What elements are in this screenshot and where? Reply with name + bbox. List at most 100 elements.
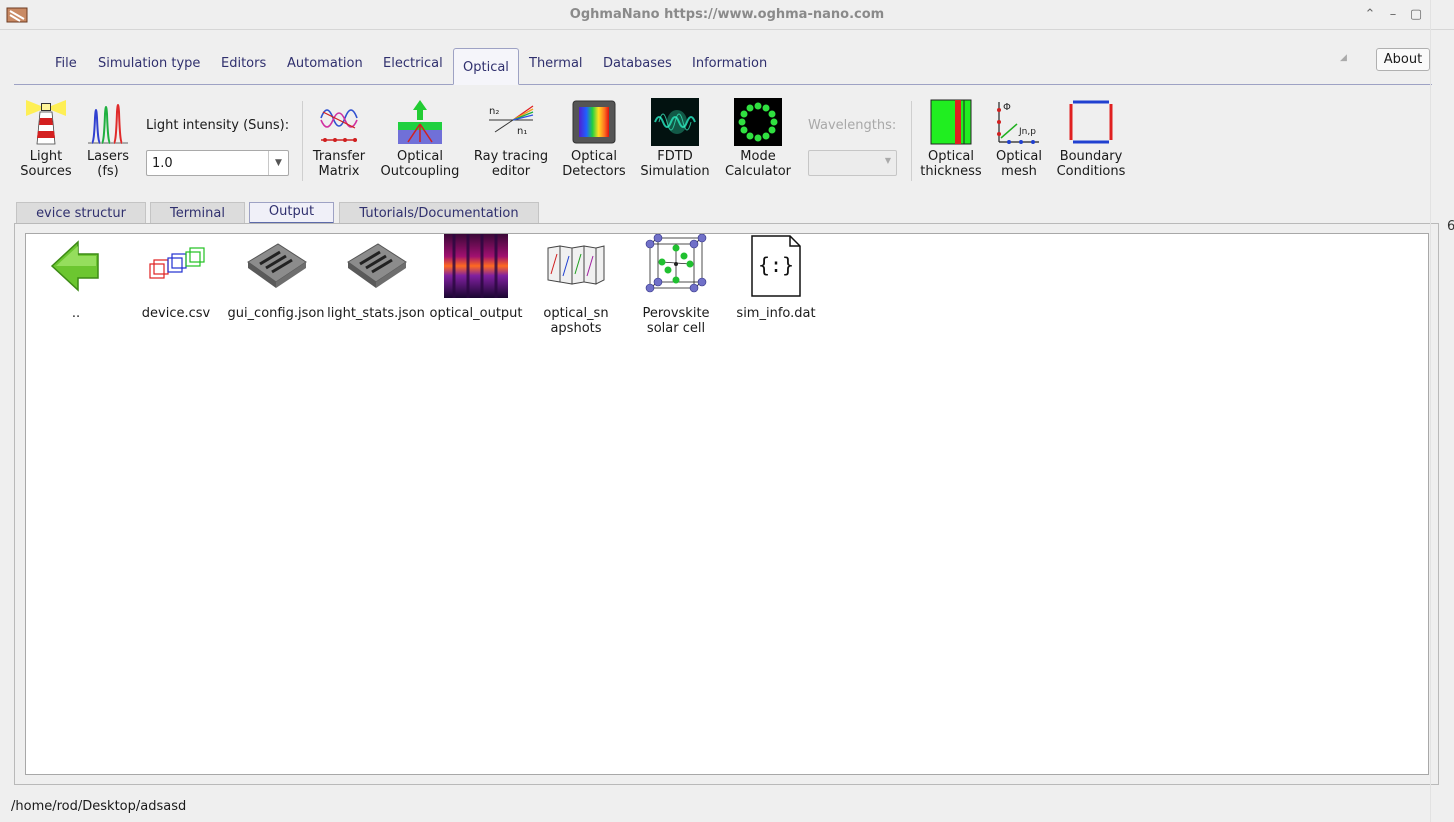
optical-toolbar: Light Sources Lasers (fs) Light intensit…	[0, 86, 1454, 196]
mesh-plot-icon: Φ Jn,p	[997, 102, 1039, 144]
fdtd-simulation-button[interactable]: FDTD Simulation	[638, 98, 712, 179]
optical-outcoupling-button[interactable]: Optical Outcoupling	[378, 98, 462, 179]
optical-thickness-label-1: Optical	[928, 149, 974, 164]
main-menu-bar: File Simulation type Editors Automation …	[14, 48, 1432, 85]
toolbar-separator	[302, 101, 303, 181]
status-bar: /home/rod/Desktop/adsasd	[0, 795, 1454, 822]
menu-optical[interactable]: Optical	[453, 48, 519, 85]
wavelengths-label: Wavelengths:	[808, 118, 897, 133]
tab-terminal[interactable]: Terminal	[150, 202, 245, 224]
light-sources-label-2: Sources	[20, 164, 72, 179]
lasers-label-1: Lasers	[86, 149, 130, 164]
laser-spectrum-icon	[88, 104, 128, 144]
light-intensity-combo[interactable]: 1.0 ▼	[146, 150, 289, 176]
optical-image-icon	[444, 234, 508, 298]
optical-mesh-button[interactable]: Φ Jn,p Optical mesh	[992, 98, 1046, 179]
menu-simulation-type[interactable]: Simulation type	[98, 56, 200, 71]
snapshots-icon	[547, 245, 605, 285]
about-button[interactable]: About	[1376, 48, 1430, 71]
transfer-matrix-button[interactable]: Transfer Matrix	[309, 98, 369, 179]
lasers-button[interactable]: Lasers (fs)	[80, 98, 136, 179]
toolbar-separator	[911, 101, 912, 181]
file-name: light_stats.json	[327, 306, 425, 321]
light-sources-button[interactable]: Light Sources	[16, 98, 76, 179]
lasers-label-2: (fs)	[97, 164, 119, 179]
boundary-box-icon	[1069, 100, 1113, 144]
optical-detectors-label-2: Detectors	[562, 164, 626, 179]
optical-detectors-button[interactable]: Optical Detectors	[560, 98, 628, 179]
transfer-matrix-icon	[320, 109, 358, 142]
optical-mesh-label-2: mesh	[1001, 164, 1037, 179]
window-edge-divider	[1430, 0, 1431, 822]
device-grid-icon	[247, 243, 307, 288]
fdtd-wave-icon	[651, 98, 699, 146]
refraction-icon: n₂ n₁	[489, 105, 534, 137]
boundary-conditions-label-2: Conditions	[1056, 164, 1126, 179]
light-sources-label-1: Light	[29, 149, 63, 164]
ray-tracing-editor-button[interactable]: n₂ n₁ Ray tracing editor	[470, 98, 552, 179]
menu-file[interactable]: File	[55, 56, 77, 71]
fdtd-label-1: FDTD	[657, 149, 693, 164]
menu-databases[interactable]: Databases	[603, 56, 672, 71]
tab-output[interactable]: Output	[249, 202, 334, 224]
wavelengths-combo: ▼	[808, 150, 897, 176]
clipped-edge-text: 6	[1447, 219, 1454, 234]
file-browser[interactable]: .. device.csv gui_config.json light_stat…	[25, 233, 1429, 775]
ray-tracing-label-2: editor	[491, 164, 531, 179]
menu-editors[interactable]: Editors	[221, 56, 266, 71]
light-intensity-value: 1.0	[152, 156, 173, 171]
current-path: /home/rod/Desktop/adsasd	[11, 799, 187, 814]
mode-ring-icon	[734, 98, 782, 146]
menu-automation[interactable]: Automation	[287, 56, 363, 71]
menu-information[interactable]: Information	[692, 56, 767, 71]
chevron-down-icon: ▼	[884, 156, 891, 165]
light-intensity-label: Light intensity (Suns):	[146, 118, 290, 133]
outcoupling-icon	[398, 100, 442, 144]
file-name: sim_info.dat	[736, 306, 816, 321]
mode-calculator-label-1: Mode	[740, 149, 776, 164]
cubes-icon	[149, 247, 205, 279]
file-name: gui_config.json	[227, 306, 325, 321]
mode-calculator-label-2: Calculator	[724, 164, 791, 179]
maximize-button[interactable]: ▢	[1408, 7, 1424, 23]
transfer-matrix-label-1: Transfer	[312, 149, 366, 164]
svg-text:Jn,p: Jn,p	[1018, 127, 1036, 137]
thickness-layers-icon	[930, 99, 972, 145]
boundary-conditions-button[interactable]: Boundary Conditions	[1052, 98, 1130, 179]
tab-tutorials-documentation[interactable]: Tutorials/Documentation	[339, 202, 539, 224]
svg-text:{:}: {:}	[758, 253, 794, 277]
ray-tracing-label-1: Ray tracing	[473, 149, 549, 164]
detector-icon	[572, 100, 616, 144]
file-name: device.csv	[141, 306, 211, 321]
window-title: OghmaNano https://www.oghma-nano.com	[569, 7, 885, 22]
optical-thickness-button[interactable]: Optical thickness	[916, 98, 986, 179]
boundary-conditions-label-1: Boundary	[1059, 149, 1123, 164]
title-bar: OghmaNano https://www.oghma-nano.com ⌃ –…	[0, 0, 1454, 30]
mode-calculator-button[interactable]: Mode Calculator	[722, 98, 794, 179]
tab-device-structure[interactable]: evice structur	[16, 202, 146, 224]
file-name: ..	[71, 306, 81, 321]
file-name: optical_output	[429, 306, 523, 321]
resize-grip-icon: ◢	[1340, 53, 1347, 63]
minimize-button[interactable]: ⌃	[1362, 7, 1378, 23]
file-name: optical_sn apshots	[543, 306, 609, 336]
crystal-lattice-icon	[645, 234, 707, 293]
optical-outcoupling-label-2: Outcoupling	[380, 164, 460, 179]
json-file-icon: {:}	[751, 235, 801, 297]
optical-outcoupling-label-1: Optical	[397, 149, 443, 164]
menu-electrical[interactable]: Electrical	[383, 56, 443, 71]
back-arrow-icon	[50, 240, 99, 292]
svg-text:Φ: Φ	[1003, 102, 1011, 113]
transfer-matrix-label-2: Matrix	[318, 164, 360, 179]
lighthouse-icon	[26, 100, 66, 145]
svg-text:n₂: n₂	[489, 106, 499, 117]
svg-text:n₁: n₁	[517, 126, 527, 137]
device-grid-icon	[347, 243, 407, 288]
restore-button[interactable]: –	[1385, 7, 1401, 23]
optical-detectors-label-1: Optical	[571, 149, 617, 164]
fdtd-label-2: Simulation	[640, 164, 710, 179]
optical-thickness-label-2: thickness	[920, 164, 982, 179]
chevron-down-icon[interactable]: ▼	[268, 151, 288, 175]
optical-mesh-label-1: Optical	[996, 149, 1042, 164]
menu-thermal[interactable]: Thermal	[529, 56, 583, 71]
